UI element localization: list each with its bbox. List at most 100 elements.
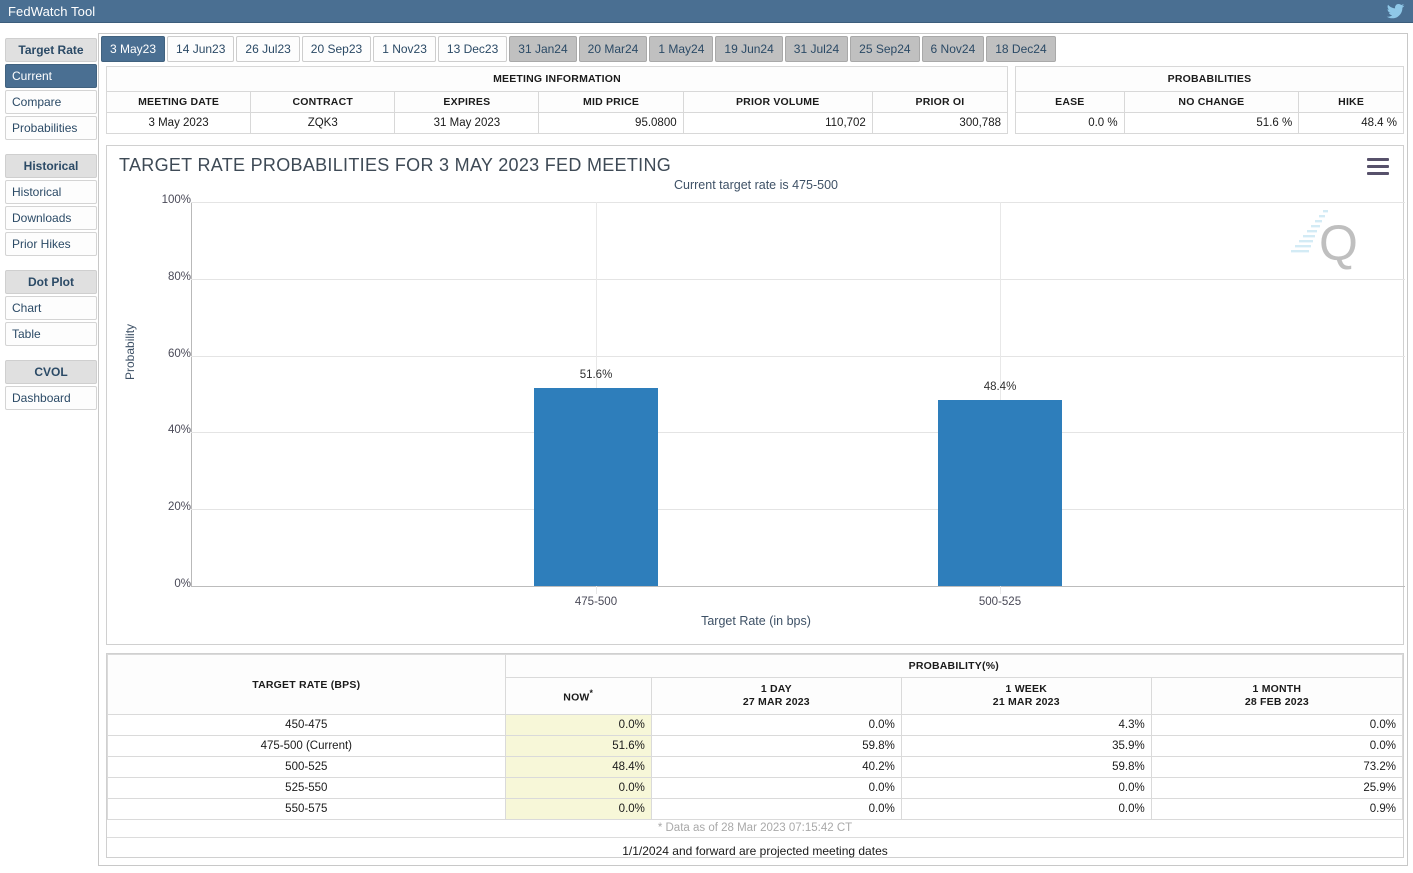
svg-text:Q: Q [1319,215,1358,271]
data-asof-note: * Data as of 28 Mar 2023 07:15:42 CT [107,822,1403,834]
value-ease: 0.0 % [1016,113,1125,134]
tab-meeting-20-sep23[interactable]: 20 Sep23 [302,36,371,62]
cell-week: 0.0% [901,778,1151,799]
plot-grid-area: Q 51.6%475-50048.4%500-525 [191,194,1405,594]
col-expires: EXPIRES [395,92,539,113]
gridline-100 [191,202,1405,203]
cell-now: 0.0% [505,715,651,736]
probabilities-summary-table: PROBABILITIES EASE NO CHANGE HIKE 0.0 % … [1015,66,1404,134]
cell-week: 0.0% [901,799,1151,820]
x-axis-label: Target Rate (in bps) [107,614,1405,628]
bar-chart-plot: Probability 0%20%40%60%80%100% Q 51.6%47… [107,194,1405,646]
app-title: FedWatch Tool [8,3,95,20]
bar-475-500[interactable] [534,388,658,586]
sidebar-group-target-rate: Target Rate [5,38,97,62]
tab-meeting-3-may23[interactable]: 3 May23 [101,36,165,62]
x-tick-475-500: 475-500 [536,596,656,608]
sidebar-item-chart[interactable]: Chart [5,296,97,320]
fedwatch-app: FedWatch Tool Target Rate Current Compar… [0,0,1413,873]
header-now: NOW* [505,677,651,715]
cell-week: 59.8% [901,757,1151,778]
col-no-change: NO CHANGE [1124,92,1299,113]
cell-month: 0.0% [1151,715,1402,736]
tab-meeting-6-nov24[interactable]: 6 Nov24 [922,36,985,62]
col-meeting-date: MEETING DATE [107,92,251,113]
value-expires: 31 May 2023 [395,113,539,134]
tab-meeting-31-jan24[interactable]: 31 Jan24 [509,36,576,62]
col-ease: EASE [1016,92,1125,113]
table-row: 500-52548.4%40.2%59.8%73.2% [108,757,1403,778]
tab-meeting-25-sep24[interactable]: 25 Sep24 [850,36,919,62]
sidebar-item-table[interactable]: Table [5,322,97,346]
cell-now: 0.0% [505,799,651,820]
header-1-week: 1 WEEK21 MAR 2023 [901,677,1151,715]
sidebar-item-prior-hikes[interactable]: Prior Hikes [5,232,97,256]
gridline-80 [191,279,1405,280]
chart-card: TARGET RATE PROBABILITIES FOR 3 MAY 2023… [106,145,1404,645]
table-row: 450-4750.0%0.0%4.3%0.0% [108,715,1403,736]
y-axis-ticks: 0%20%40%60%80%100% [131,194,191,594]
col-hike: HIKE [1299,92,1404,113]
tab-meeting-26-jul23[interactable]: 26 Jul23 [236,36,299,62]
table-row: 550-5750.0%0.0%0.0%0.9% [108,799,1403,820]
sidebar-spacer-2 [5,258,97,270]
cell-day: 0.0% [651,715,901,736]
gridline-0 [191,586,1405,587]
sidebar-group-cvol: CVOL [5,360,97,384]
meeting-date-tabs: 3 May2314 Jun2326 Jul2320 Sep231 Nov2313… [101,36,1407,62]
sidebar-item-current[interactable]: Current [5,64,97,88]
value-meeting-date: 3 May 2023 [107,113,251,134]
tab-meeting-20-mar24[interactable]: 20 Mar24 [579,36,648,62]
tab-meeting-13-dec23[interactable]: 13 Dec23 [438,36,507,62]
cell-day: 40.2% [651,757,901,778]
cell-day: 0.0% [651,778,901,799]
tab-meeting-14-jun23[interactable]: 14 Jun23 [167,36,234,62]
probability-detail-table: TARGET RATE (BPS) PROBABILITY(%) NOW* 1 … [107,654,1403,820]
header-probability-pct: PROBABILITY(%) [505,655,1402,678]
tab-meeting-19-jun24[interactable]: 19 Jun24 [715,36,782,62]
gridline-60 [191,356,1405,357]
y-tick-40: 40% [145,424,191,436]
tab-meeting-18-dec24[interactable]: 18 Dec24 [986,36,1055,62]
cell-now: 51.6% [505,736,651,757]
gridline-40 [191,432,1405,433]
hamburger-menu-icon[interactable] [1367,158,1389,175]
col-prior-volume: PRIOR VOLUME [683,92,872,113]
cell-target-rate: 475-500 (Current) [108,736,506,757]
bar-value-label-475-500: 51.6% [546,369,646,381]
col-contract: CONTRACT [251,92,395,113]
y-tick-80: 80% [145,271,191,283]
value-prior-oi: 300,788 [872,113,1007,134]
cell-target-rate: 500-525 [108,757,506,778]
value-hike: 48.4 % [1299,113,1404,134]
probabilities-caption: PROBABILITIES [1016,67,1404,92]
tab-meeting-31-jul24[interactable]: 31 Jul24 [785,36,848,62]
probability-detail-card: TARGET RATE (BPS) PROBABILITY(%) NOW* 1 … [106,653,1404,858]
header-target-rate-bps: TARGET RATE (BPS) [108,655,506,715]
sidebar-item-historical[interactable]: Historical [5,180,97,204]
cell-month: 25.9% [1151,778,1402,799]
meeting-information-table: MEETING INFORMATION MEETING DATE CONTRAC… [106,66,1008,134]
sidebar-item-dashboard[interactable]: Dashboard [5,386,97,410]
sidebar-item-downloads[interactable]: Downloads [5,206,97,230]
bar-500-525[interactable] [938,400,1062,586]
tab-meeting-1-may24[interactable]: 1 May24 [649,36,713,62]
cell-month: 0.9% [1151,799,1402,820]
divider [107,837,1403,838]
sidebar-item-compare[interactable]: Compare [5,90,97,114]
y-tick-20: 20% [145,501,191,513]
tab-meeting-1-nov23[interactable]: 1 Nov23 [373,36,436,62]
twitter-icon[interactable] [1386,3,1405,20]
chart-subtitle: Current target rate is 475-500 [107,178,1405,192]
col-prior-oi: PRIOR OI [872,92,1007,113]
cell-day: 0.0% [651,799,901,820]
cell-now: 0.0% [505,778,651,799]
sidebar-item-probabilities[interactable]: Probabilities [5,116,97,140]
y-tick-0: 0% [145,578,191,590]
value-prior-volume: 110,702 [683,113,872,134]
cell-now: 48.4% [505,757,651,778]
sidebar: Target Rate Current Compare Probabilitie… [5,38,97,412]
table-row: 475-500 (Current)51.6%59.8%35.9%0.0% [108,736,1403,757]
cell-month: 0.0% [1151,736,1402,757]
col-mid-price: MID PRICE [539,92,683,113]
